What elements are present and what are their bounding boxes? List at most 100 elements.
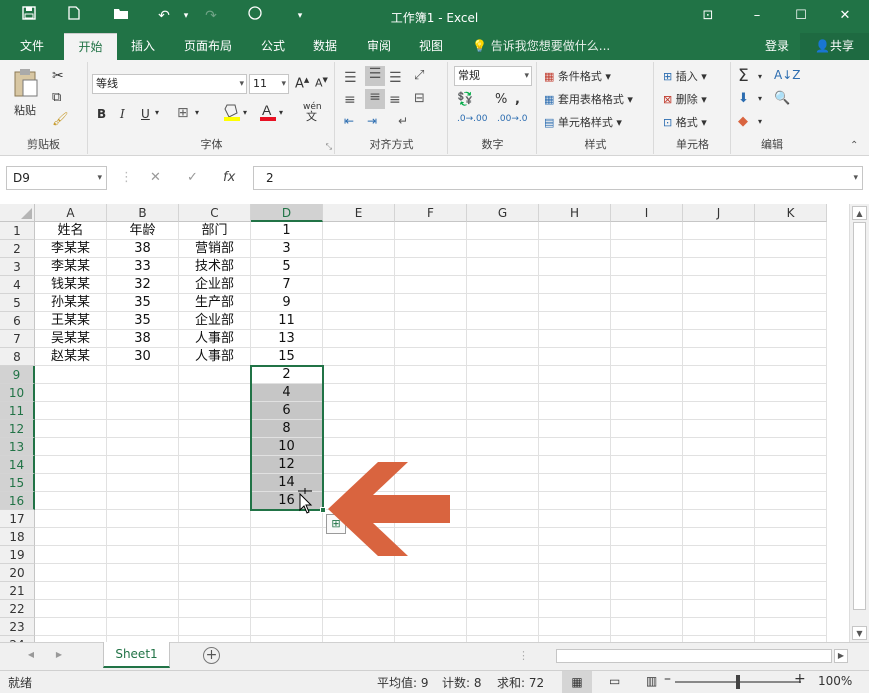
cell-c2[interactable]: 营销部 [179,240,251,258]
cell-e21[interactable] [323,582,395,600]
cell-j15[interactable] [683,474,755,492]
cell-c18[interactable] [179,528,251,546]
cell-f8[interactable] [395,348,467,366]
cell-k23[interactable] [755,618,827,636]
row-header-13[interactable]: 13 [0,438,35,456]
cell-j2[interactable] [683,240,755,258]
share-button[interactable]: 👤共享 [800,33,869,60]
fill-icon[interactable]: ⬇ [738,91,749,106]
percent-button[interactable]: % [495,92,507,107]
cell-b14[interactable] [107,456,179,474]
cell-k14[interactable] [755,456,827,474]
column-header-e[interactable]: E [323,204,395,222]
cell-a8[interactable]: 赵某某 [35,348,107,366]
cell-g21[interactable] [467,582,539,600]
cell-b3[interactable]: 33 [107,258,179,276]
cell-f5[interactable] [395,294,467,312]
maximize-icon[interactable]: ☐ [789,6,813,26]
cell-d23[interactable] [251,618,323,636]
cell-b1[interactable]: 年龄 [107,222,179,240]
cell-e5[interactable] [323,294,395,312]
cell-i8[interactable] [611,348,683,366]
cell-c19[interactable] [179,546,251,564]
cell-c7[interactable]: 人事部 [179,330,251,348]
align-bottom-icon[interactable]: ☰ [389,70,402,86]
cell-f20[interactable] [395,564,467,582]
tab-view[interactable]: 视图 [408,33,454,60]
cell-k7[interactable] [755,330,827,348]
normal-view-icon[interactable]: ▦ [562,671,592,693]
cell-i6[interactable] [611,312,683,330]
cell-g15[interactable] [467,474,539,492]
cell-h20[interactable] [539,564,611,582]
cell-a2[interactable]: 李某某 [35,240,107,258]
cell-c21[interactable] [179,582,251,600]
cell-e20[interactable] [323,564,395,582]
cell-h7[interactable] [539,330,611,348]
cell-i15[interactable] [611,474,683,492]
column-header-c[interactable]: C [179,204,251,222]
row-header-23[interactable]: 23 [0,618,35,636]
zoom-in-icon[interactable]: + [794,671,806,687]
cell-h15[interactable] [539,474,611,492]
cell-j6[interactable] [683,312,755,330]
cell-d2[interactable]: 3 [251,240,323,258]
tab-home[interactable]: 开始 [64,33,117,60]
cell-d10[interactable]: 4 [251,384,323,402]
column-header-h[interactable]: H [539,204,611,222]
cell-k16[interactable] [755,492,827,510]
cell-d14[interactable]: 12 [251,456,323,474]
cell-j21[interactable] [683,582,755,600]
cell-h6[interactable] [539,312,611,330]
cell-h12[interactable] [539,420,611,438]
cell-g7[interactable] [467,330,539,348]
cell-b7[interactable]: 38 [107,330,179,348]
sort-filter-icon[interactable]: A↓Z [774,68,800,82]
cell-j12[interactable] [683,420,755,438]
chevron-down-icon[interactable]: ▾ [279,108,283,117]
cell-f3[interactable] [395,258,467,276]
cell-i2[interactable] [611,240,683,258]
scroll-right-icon[interactable]: ▶ [834,649,848,663]
close-icon[interactable]: ✕ [833,6,857,26]
tell-me-box[interactable]: 💡 告诉我您想要做什么... [472,33,610,60]
format-as-table-button[interactable]: ▦ 套用表格格式 ▾ [544,91,633,107]
cell-j4[interactable] [683,276,755,294]
align-right-icon[interactable]: ≡ [389,92,401,108]
orientation-icon[interactable]: ⤢ [414,68,424,83]
cell-h16[interactable] [539,492,611,510]
comma-icon[interactable]: , [515,92,520,107]
cell-j14[interactable] [683,456,755,474]
column-header-a[interactable]: A [35,204,107,222]
cell-d13[interactable]: 10 [251,438,323,456]
row-header-19[interactable]: 19 [0,546,35,564]
cell-g3[interactable] [467,258,539,276]
cell-j18[interactable] [683,528,755,546]
cell-b6[interactable]: 35 [107,312,179,330]
cell-c8[interactable]: 人事部 [179,348,251,366]
tab-formulas[interactable]: 公式 [250,33,296,60]
cell-c3[interactable]: 技术部 [179,258,251,276]
cell-d4[interactable]: 7 [251,276,323,294]
cell-d20[interactable] [251,564,323,582]
cell-e1[interactable] [323,222,395,240]
conditional-format-button[interactable]: ▦ 条件格式 ▾ [544,68,611,84]
cell-e4[interactable] [323,276,395,294]
cell-a17[interactable] [35,510,107,528]
cell-j11[interactable] [683,402,755,420]
cell-i4[interactable] [611,276,683,294]
cell-b11[interactable] [107,402,179,420]
cell-g8[interactable] [467,348,539,366]
cell-j5[interactable] [683,294,755,312]
align-middle-icon[interactable]: ☰ [365,66,385,86]
cell-k15[interactable] [755,474,827,492]
cell-i11[interactable] [611,402,683,420]
cell-h17[interactable] [539,510,611,528]
decrease-indent-icon[interactable]: ⇤ [344,114,354,128]
underline-button[interactable]: U [141,107,150,121]
zoom-slider-thumb[interactable] [736,675,740,689]
cell-i20[interactable] [611,564,683,582]
cell-i10[interactable] [611,384,683,402]
cell-d18[interactable] [251,528,323,546]
login-button[interactable]: 登录 [765,33,789,60]
